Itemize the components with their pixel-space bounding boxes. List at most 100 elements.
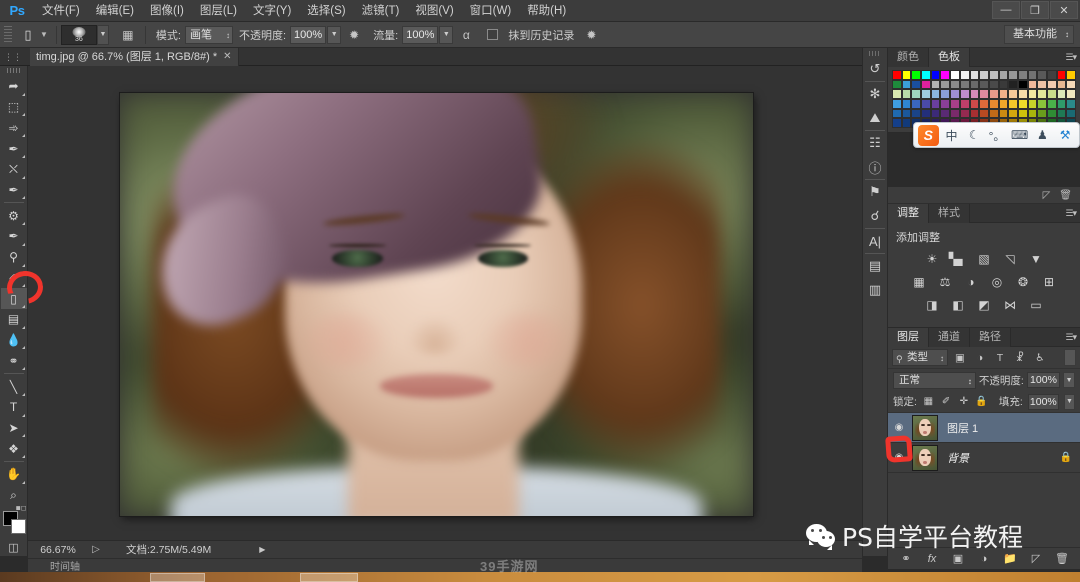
- color-swatch[interactable]: [950, 99, 960, 109]
- menu-help[interactable]: 帮助(H): [519, 0, 574, 22]
- close-icon[interactable]: ✕: [223, 48, 231, 66]
- color-swatch[interactable]: [1066, 108, 1077, 119]
- blur-tool[interactable]: 💧: [1, 330, 27, 351]
- path-selection-tool[interactable]: ➤: [1, 418, 27, 439]
- selective-color-icon[interactable]: ▭: [1027, 296, 1046, 313]
- hand-tool[interactable]: ✋: [1, 464, 27, 485]
- layer-filter-toggle[interactable]: [1064, 349, 1076, 367]
- black-white-icon[interactable]: ◑: [962, 273, 981, 290]
- color-swatch[interactable]: [1066, 79, 1077, 90]
- opacity-pressure-icon[interactable]: ✹: [343, 25, 365, 45]
- airbrush-icon[interactable]: α: [455, 25, 477, 45]
- hue-saturation-icon[interactable]: ▦: [910, 273, 929, 290]
- color-swatch[interactable]: [959, 108, 970, 119]
- color-swatch[interactable]: [969, 70, 980, 80]
- erase-to-history-checkbox[interactable]: [487, 29, 499, 40]
- brush-icon[interactable]: ⛰: [863, 106, 887, 130]
- layer-name[interactable]: 图层 1: [947, 420, 978, 436]
- color-swatch[interactable]: [1008, 79, 1018, 90]
- color-swatch[interactable]: [998, 79, 1009, 90]
- sogou-ime-toolbar[interactable]: S 中 ☾ °。 ⌨ ♟ ⚒: [913, 122, 1080, 148]
- color-swatch[interactable]: [1037, 89, 1047, 100]
- taskbar-item[interactable]: [300, 573, 358, 582]
- color-swatch[interactable]: [940, 79, 951, 90]
- color-swatch[interactable]: [1047, 70, 1057, 80]
- paragraph-icon[interactable]: ▤: [863, 254, 887, 278]
- color-swatch[interactable]: [969, 99, 980, 109]
- eyedropper-tool[interactable]: ✒: [1, 180, 27, 201]
- menu-layer[interactable]: 图层(L): [192, 0, 245, 22]
- info-icon[interactable]: ⓘ: [863, 155, 887, 179]
- menu-filter[interactable]: 滤镜(T): [354, 0, 408, 22]
- color-swatch[interactable]: [988, 108, 999, 119]
- flow-input[interactable]: 100%: [402, 25, 439, 44]
- color-swatch[interactable]: [998, 99, 1009, 109]
- color-swatch[interactable]: [1056, 99, 1067, 109]
- color-swatch[interactable]: [959, 70, 970, 80]
- color-swatch[interactable]: [988, 89, 999, 100]
- color-swatch[interactable]: [1056, 108, 1067, 119]
- levels-icon[interactable]: ▚▖: [949, 250, 968, 267]
- color-swatch[interactable]: [959, 79, 970, 90]
- menu-type[interactable]: 文字(Y): [245, 0, 299, 22]
- color-swatch[interactable]: [959, 89, 970, 100]
- filter-shape-icon[interactable]: ☧: [1012, 350, 1028, 366]
- color-swatch[interactable]: [1047, 89, 1057, 100]
- color-swatch[interactable]: [1027, 108, 1038, 119]
- filter-pixel-icon[interactable]: ▣: [952, 350, 968, 366]
- menu-edit[interactable]: 编辑(E): [88, 0, 142, 22]
- status-arrow-icon[interactable]: ▷: [88, 543, 104, 557]
- quick-mask-icon[interactable]: ◫: [3, 538, 25, 556]
- color-swatch[interactable]: [921, 79, 931, 90]
- color-swatch[interactable]: [1008, 89, 1018, 100]
- posterize-icon[interactable]: ◧: [949, 296, 968, 313]
- move-tool[interactable]: ➦: [1, 76, 27, 97]
- layer-filter-type-select[interactable]: ⚲ 类型 ↕: [892, 349, 948, 367]
- color-swatch[interactable]: [901, 70, 912, 80]
- color-swatch[interactable]: [901, 108, 912, 119]
- pressure-size-icon[interactable]: ✹: [580, 25, 602, 45]
- color-swatch[interactable]: [892, 118, 902, 129]
- menu-view[interactable]: 视图(V): [407, 0, 461, 22]
- shape-tool[interactable]: ❖: [1, 438, 27, 459]
- color-swatch[interactable]: [969, 89, 980, 100]
- layer-opacity-chevron-down-icon[interactable]: ▼: [1063, 372, 1075, 389]
- color-swatches[interactable]: ◾◻: [1, 505, 27, 536]
- color-swatch[interactable]: [1017, 108, 1028, 119]
- ime-mode-chinese[interactable]: 中: [942, 125, 962, 145]
- restore-button[interactable]: ❐: [1021, 1, 1049, 19]
- tab-bar-grip[interactable]: ⋮⋮: [4, 52, 22, 62]
- pen-tool[interactable]: ╲: [1, 376, 27, 397]
- color-swatch[interactable]: [940, 99, 951, 109]
- color-swatch[interactable]: [1017, 70, 1028, 80]
- color-swatch[interactable]: [1066, 70, 1077, 80]
- timeline-icon[interactable]: ☌: [863, 204, 887, 228]
- link-layers-icon[interactable]: ⚭: [899, 551, 914, 566]
- color-swatch[interactable]: [1037, 99, 1047, 109]
- color-swatch[interactable]: [988, 79, 999, 90]
- layer-opacity-input[interactable]: 100%: [1026, 372, 1061, 389]
- tab-channels[interactable]: 通道: [929, 328, 970, 348]
- color-swatch[interactable]: [1066, 89, 1077, 100]
- tool-preset-chevron-down-icon[interactable]: ▼: [40, 30, 48, 39]
- color-swatch[interactable]: [979, 79, 989, 90]
- color-swatch[interactable]: [1027, 70, 1038, 80]
- taskbar-item[interactable]: [150, 573, 205, 582]
- tab-adjustments[interactable]: 调整: [888, 204, 929, 224]
- lock-image-icon[interactable]: ✐: [940, 395, 953, 409]
- table-row[interactable]: ◉ 背景 🔒: [888, 443, 1080, 474]
- color-swatch[interactable]: [1056, 89, 1067, 100]
- delete-layer-icon[interactable]: 🗑: [1055, 551, 1070, 566]
- panel-menu-icon[interactable]: ☰▾: [1065, 332, 1077, 343]
- color-swatch[interactable]: [892, 70, 902, 80]
- menu-select[interactable]: 选择(S): [299, 0, 353, 22]
- lasso-tool[interactable]: ➾: [1, 117, 27, 138]
- color-swatch[interactable]: [940, 70, 951, 80]
- color-swatch[interactable]: [930, 70, 941, 80]
- zoom-tool[interactable]: ⌕: [1, 485, 27, 506]
- color-swatch[interactable]: [950, 79, 960, 90]
- table-row[interactable]: ◉ 图层 1: [888, 413, 1080, 444]
- color-swatch[interactable]: [1037, 108, 1047, 119]
- marquee-tool[interactable]: ⬚: [1, 97, 27, 118]
- brush-tool[interactable]: ✒: [1, 226, 27, 247]
